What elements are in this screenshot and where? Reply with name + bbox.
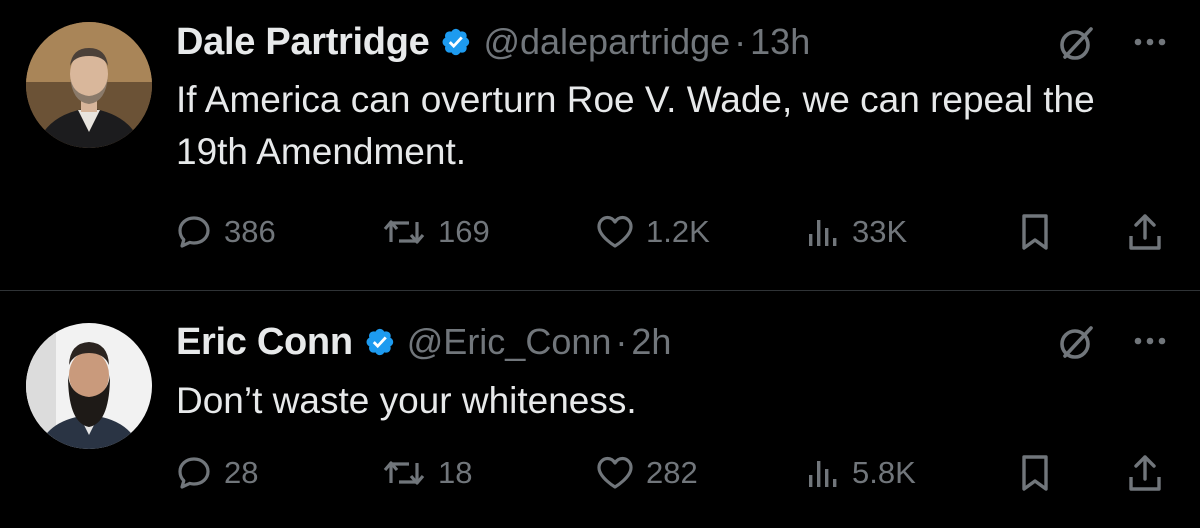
verified-badge-icon [363,325,397,359]
timestamp[interactable]: 13h [750,21,810,63]
separator-dot: · [615,321,628,362]
repost-button[interactable]: 18 [382,449,472,497]
reply-icon [178,457,210,489]
views-count: 5.8K [852,455,916,490]
reply-count: 386 [224,214,276,249]
like-count: 282 [646,455,698,490]
separator-dot: · [734,21,747,62]
reply-icon [178,216,210,248]
reply-button[interactable]: 386 [176,208,276,256]
tweet-header: Dale Partridge @dalepartridge · 13h [176,17,1200,67]
share-button[interactable] [1126,449,1164,497]
reply-count: 28 [224,455,259,490]
action-bar: 28 18 282 5.8K [176,449,1176,497]
repost-count: 18 [438,455,473,490]
tweet-text: If America can overturn Roe V. Wade, we … [176,79,1095,172]
share-icon [1129,455,1161,491]
display-name[interactable]: Dale Partridge [176,21,430,64]
handle[interactable]: @dalepartridge [483,21,730,63]
bookmark-button[interactable] [1018,449,1052,497]
grok-icon[interactable] [1056,323,1096,363]
grok-icon[interactable] [1056,24,1096,64]
views-button[interactable]: 5.8K [806,449,916,497]
tweet-text: Don’t waste your whiteness. [176,380,637,421]
repost-button[interactable]: 169 [382,208,490,256]
repost-count: 169 [438,214,490,249]
more-icon[interactable] [1132,36,1168,48]
views-count: 33K [852,214,908,249]
reply-button[interactable]: 28 [176,449,258,497]
tweet-header: Eric Conn @Eric_Conn · 2h [176,317,1200,367]
repost-icon [383,461,425,485]
handle[interactable]: @Eric_Conn [407,321,612,363]
verified-badge-icon [439,25,473,59]
more-icon[interactable] [1132,335,1168,347]
heart-icon [597,215,633,248]
like-count: 1.2K [646,214,710,249]
tweet[interactable]: Dale Partridge @dalepartridge · 13h If A… [0,0,1200,290]
share-icon [1129,214,1161,250]
views-icon [809,461,837,487]
heart-icon [597,456,633,489]
like-button[interactable]: 1.2K [596,208,710,256]
repost-icon [383,220,425,244]
bookmark-button[interactable] [1018,208,1052,256]
bookmark-icon [1022,214,1048,250]
avatar[interactable] [26,22,152,148]
views-icon [809,220,837,246]
like-button[interactable]: 282 [596,449,698,497]
timestamp[interactable]: 2h [631,321,671,363]
display-name[interactable]: Eric Conn [176,321,353,364]
share-button[interactable] [1126,208,1164,256]
avatar[interactable] [26,323,152,449]
bookmark-icon [1022,455,1048,491]
action-bar: 386 169 1.2K 33K [176,208,1176,256]
views-button[interactable]: 33K [806,208,907,256]
tweet[interactable]: Eric Conn @Eric_Conn · 2h Don’t waste yo… [0,291,1200,528]
